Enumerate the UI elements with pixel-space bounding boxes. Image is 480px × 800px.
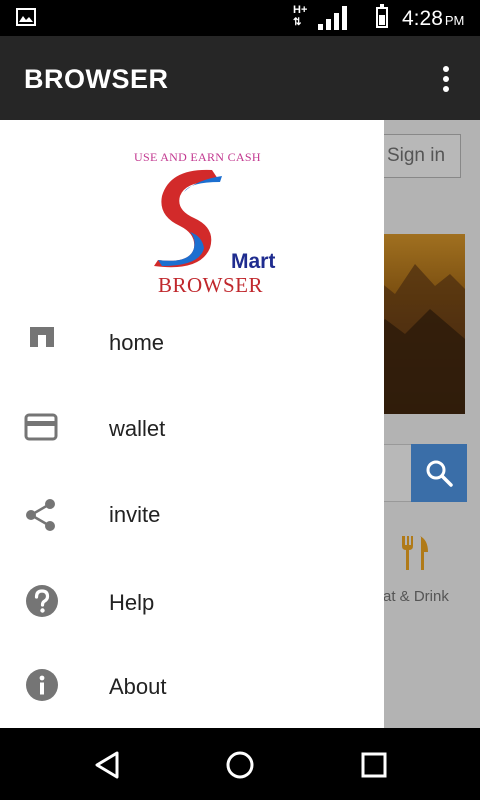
search-button[interactable]: [411, 444, 467, 502]
signal-icon: [318, 6, 347, 30]
drawer-item-invite[interactable]: invite: [0, 472, 384, 558]
more-vert-icon[interactable]: [440, 66, 452, 94]
drawer-item-label: Help: [109, 590, 155, 615]
drawer-item-label: invite: [109, 502, 161, 527]
sign-in-button[interactable]: Sign in: [371, 134, 461, 178]
navigation-drawer: USE AND EARN CASH Mart BROWSER home wall…: [0, 120, 384, 728]
status-bar: H+ ⇅ 4:28 PM: [0, 0, 480, 36]
help-icon: [26, 585, 58, 617]
logo-mart-text: Mart: [231, 250, 276, 273]
drawer-item-help[interactable]: Help: [0, 558, 384, 644]
logo-browser-text: BROWSER: [158, 273, 264, 297]
restaurant-icon: [402, 536, 428, 570]
drawer-item-label: About: [109, 674, 167, 699]
network-type: H+ ⇅: [293, 4, 308, 28]
system-nav-bar: [0, 728, 480, 800]
share-icon: [26, 499, 55, 531]
info-icon: [26, 669, 58, 701]
back-icon[interactable]: [93, 750, 121, 780]
app-bar: BROWSER: [0, 36, 480, 120]
smart-s-logo-icon: [154, 169, 222, 268]
home-circle-icon[interactable]: [225, 750, 255, 780]
brand-logo: USE AND EARN CASH Mart BROWSER: [0, 120, 384, 335]
category-label: at & Drink: [383, 588, 449, 605]
drawer-item-label: wallet: [109, 416, 166, 441]
drawer-item-label: home: [109, 330, 165, 355]
drawer-item-wallet[interactable]: wallet: [0, 386, 384, 472]
image-notification-icon: [16, 8, 36, 26]
app-title: BROWSER: [24, 64, 169, 94]
wallet-icon: [24, 413, 58, 441]
home-icon: [30, 327, 54, 347]
logo-tagline: USE AND EARN CASH: [134, 150, 261, 164]
search-icon: [426, 460, 453, 487]
battery-icon: [376, 4, 388, 28]
drawer-item-about[interactable]: About: [0, 642, 384, 728]
clock: 4:28 PM: [402, 7, 465, 30]
recents-icon[interactable]: [361, 752, 387, 778]
